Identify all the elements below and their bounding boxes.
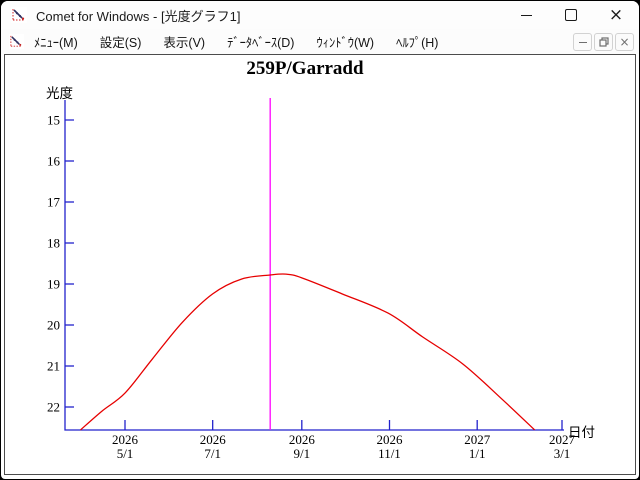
x-tick-label-year: 2026: [200, 432, 227, 447]
y-tick-label: 15: [47, 113, 60, 128]
mdi-minimize-button[interactable]: [573, 33, 592, 51]
y-tick-label: 17: [47, 195, 61, 210]
y-tick-label: 16: [47, 154, 61, 169]
light-curve-chart-area: 259P/Garradd 光度 日付 15 16 17 18 19 20 21 22 2026 5…: [4, 54, 636, 475]
window-title: Comet for Windows - [光度グラフ1]: [36, 8, 241, 24]
menu-item-database[interactable]: ﾃﾞｰﾀﾍﾞｰｽ(D): [219, 30, 302, 53]
window-controls: ×: [496, 1, 631, 29]
menu-item-settings[interactable]: 設定(S): [92, 30, 150, 53]
x-tick-label-year: 2027: [464, 432, 491, 447]
x-tick-label-year: 2026: [112, 432, 139, 447]
x-tick-label-date: 3/1: [554, 446, 571, 461]
app-lightcurve-icon[interactable]: [11, 7, 27, 23]
app-window: Comet for Windows - [光度グラフ1] × ﾒﾆｭｰ(M) 設…: [0, 0, 640, 480]
x-tick-label-date: 9/1: [294, 446, 311, 461]
y-tick-label: 21: [47, 359, 60, 374]
mdi-close-button[interactable]: ×: [615, 33, 634, 51]
axes: [64, 100, 564, 431]
title-bar: Comet for Windows - [光度グラフ1] ×: [1, 1, 639, 29]
x-tick-label-date: 11/1: [378, 446, 401, 461]
mdi-minimize-icon: [578, 41, 587, 43]
y-tick-label: 19: [47, 277, 60, 292]
close-icon: ×: [608, 4, 624, 25]
x-tick-label-date: 5/1: [117, 446, 134, 461]
menu-bar: ﾒﾆｭｰ(M) 設定(S) 表示(V) ﾃﾞｰﾀﾍﾞｰｽ(D) ｳｨﾝﾄﾞｳ(W…: [1, 29, 639, 54]
mdi-restore-icon: [598, 37, 609, 47]
maximize-icon: [565, 9, 577, 21]
menu-item-view[interactable]: 表示(V): [155, 30, 213, 53]
y-tick-label: 22: [47, 400, 60, 415]
mdi-window-controls: ×: [571, 33, 634, 51]
menu-item-window[interactable]: ｳｨﾝﾄﾞｳ(W): [308, 30, 382, 53]
y-tick-label: 20: [47, 318, 60, 333]
menu-item-help[interactable]: ﾍﾙﾌﾟ(H): [388, 30, 446, 53]
x-tick-label-year: 2027: [549, 432, 576, 447]
minimize-icon: [520, 14, 532, 16]
x-tick-label-date: 7/1: [204, 446, 221, 461]
x-tick-label-year: 2026: [377, 432, 404, 447]
light-curve-plot: 151617181920212220265/120267/120269/1202…: [47, 98, 576, 461]
x-tick-label-year: 2026: [289, 432, 316, 447]
close-button[interactable]: ×: [601, 2, 631, 28]
x-tick-label-date: 1/1: [469, 446, 486, 461]
menu-item-menu[interactable]: ﾒﾆｭｰ(M): [26, 30, 86, 53]
mdi-restore-button[interactable]: [594, 33, 613, 51]
minimize-button[interactable]: [511, 2, 541, 28]
mdi-child-system-icon[interactable]: [9, 34, 24, 49]
mdi-close-icon: ×: [619, 35, 630, 49]
maximize-button[interactable]: [556, 2, 586, 28]
y-tick-label: 18: [47, 236, 60, 251]
magnitude-curve: [80, 273, 536, 431]
